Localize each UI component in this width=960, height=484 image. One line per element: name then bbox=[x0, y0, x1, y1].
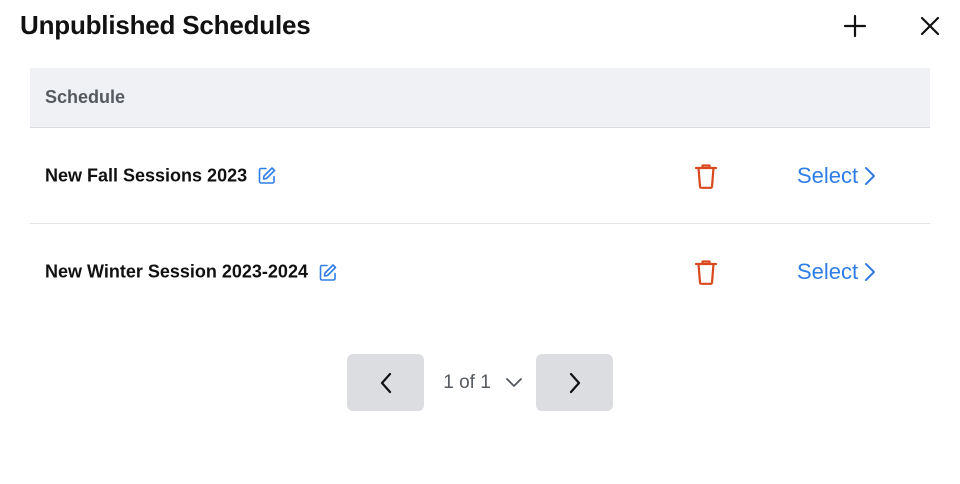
trash-icon bbox=[694, 260, 718, 285]
column-header-schedule: Schedule bbox=[45, 87, 126, 107]
next-page-button[interactable] bbox=[536, 354, 613, 411]
select-schedule-button[interactable]: Select bbox=[797, 259, 876, 285]
delete-schedule-button[interactable] bbox=[692, 161, 720, 191]
select-label: Select bbox=[797, 259, 859, 284]
close-button[interactable] bbox=[914, 10, 946, 42]
chevron-right-icon bbox=[569, 372, 580, 393]
edit-icon bbox=[319, 263, 337, 281]
chevron-down-icon bbox=[505, 377, 522, 387]
add-schedule-button[interactable] bbox=[839, 10, 871, 42]
page-selector[interactable]: 1 of 1 bbox=[424, 354, 536, 411]
schedule-name-cell: New Fall Sessions 2023 bbox=[45, 165, 277, 186]
panel-header: Unpublished Schedules bbox=[0, 0, 960, 56]
previous-page-button[interactable] bbox=[347, 354, 424, 411]
schedule-name-cell: New Winter Session 2023-2024 bbox=[45, 262, 338, 283]
plus-icon bbox=[843, 14, 867, 38]
chevron-left-icon bbox=[380, 372, 391, 393]
chevron-right-icon bbox=[865, 263, 876, 281]
panel-title: Unpublished Schedules bbox=[20, 10, 311, 40]
pagination: 1 of 1 bbox=[347, 354, 613, 411]
close-icon bbox=[920, 16, 940, 36]
table-row: New Winter Session 2023-2024 Select bbox=[30, 224, 930, 320]
table-header: Schedule bbox=[30, 68, 930, 128]
select-label: Select bbox=[797, 162, 859, 188]
edit-schedule-button[interactable] bbox=[318, 262, 338, 282]
page-indicator: 1 of 1 bbox=[443, 371, 491, 393]
select-schedule-button[interactable]: Select bbox=[797, 163, 876, 189]
schedule-name: New Winter Session 2023-2024 bbox=[45, 261, 308, 282]
table-row: New Fall Sessions 2023 Select bbox=[30, 128, 930, 224]
edit-schedule-button[interactable] bbox=[257, 166, 277, 186]
schedule-name: New Fall Sessions 2023 bbox=[45, 165, 248, 185]
delete-schedule-button[interactable] bbox=[692, 257, 720, 287]
unpublished-schedules-panel: Unpublished Schedules Schedule New Fall … bbox=[0, 0, 960, 484]
schedules-table: Schedule New Fall Sessions 2023 Select N… bbox=[30, 68, 930, 320]
chevron-right-icon bbox=[865, 166, 876, 185]
trash-icon bbox=[694, 163, 718, 189]
edit-icon bbox=[258, 167, 276, 184]
